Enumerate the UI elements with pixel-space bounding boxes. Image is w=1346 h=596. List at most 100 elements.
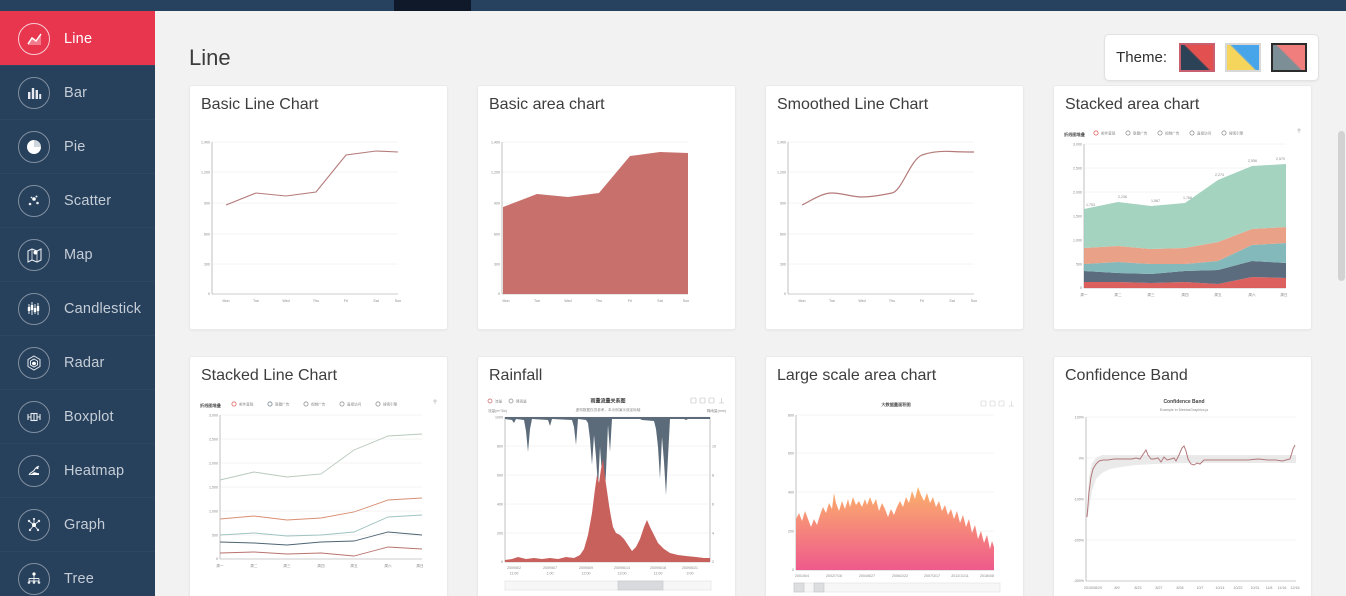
svg-text:3,000: 3,000 [209, 414, 218, 418]
sidebar-item-heatmap[interactable]: Heatmap [0, 443, 155, 497]
card-title: Smoothed Line Chart [777, 96, 929, 113]
svg-text:900: 900 [780, 202, 786, 206]
top-navbar-active-tab[interactable] [394, 0, 471, 11]
svg-text:2,274: 2,274 [1215, 173, 1224, 177]
svg-text:-300%: -300% [1074, 579, 1085, 583]
chart-card-large-scale-area[interactable]: Large scale area chart 大数据量面积图 800 600 4… [765, 356, 1024, 596]
sidebar-item-label: Heatmap [64, 462, 125, 479]
theme-swatch-dark-red[interactable] [1179, 43, 1215, 72]
svg-text:2001/6/4: 2001/6/4 [795, 574, 809, 578]
svg-text:8/9: 8/9 [1115, 586, 1120, 590]
svg-text:10/14: 10/14 [1216, 586, 1225, 590]
svg-text:直接访问: 直接访问 [1197, 131, 1212, 136]
svg-text:0: 0 [784, 292, 786, 296]
chart-card-confidence-band[interactable]: Confidence Band Confidence Band Example … [1053, 356, 1312, 596]
svg-text:800: 800 [497, 445, 503, 449]
svg-text:-200%: -200% [1074, 539, 1085, 543]
svg-text:11/8: 11/8 [1266, 586, 1273, 590]
sidebar-item-boxplot[interactable]: Boxplot [0, 389, 155, 443]
svg-text:11:00: 11:00 [654, 572, 663, 576]
svg-text:周三: 周三 [283, 563, 291, 568]
map-icon [18, 238, 50, 271]
svg-text:2006/2/22: 2006/2/22 [892, 574, 908, 578]
page-scrollbar[interactable] [1337, 11, 1346, 596]
chart-card-stacked-line-chart[interactable]: Stacked Line Chart 折线图堆叠 邮件营销 联盟广告 视频广告 [189, 356, 448, 596]
candlestick-icon [18, 292, 50, 325]
svg-text:降雨量: 降雨量 [516, 399, 527, 404]
page-scrollbar-thumb[interactable] [1338, 131, 1345, 281]
sidebar-item-label: Line [64, 30, 93, 47]
chart-card-stacked-area-chart[interactable]: Stacked area chart 折线图堆叠 邮件营销 联盟广告 视频广告 [1053, 85, 1312, 330]
svg-text:400: 400 [497, 503, 503, 507]
svg-text:-100%: -100% [1074, 498, 1085, 502]
svg-text:视频广告: 视频广告 [311, 402, 326, 407]
sidebar-item-radar[interactable]: Radar [0, 335, 155, 389]
chart-canvas-stacked-area[interactable]: 折线图堆叠 邮件营销 联盟广告 视频广告 直接访问 搜索引擎 3,000 2,5… [1054, 116, 1311, 329]
chart-canvas-basic-area[interactable]: 1,400 1,200 900 600 300 0 Mon Tue Wed Th… [478, 116, 735, 329]
svg-text:10/31: 10/31 [1251, 586, 1260, 590]
sidebar-item-scatter[interactable]: Scatter [0, 173, 155, 227]
sidebar-item-graph[interactable]: Graph [0, 497, 155, 551]
svg-text:Tue: Tue [253, 299, 259, 303]
svg-text:0%: 0% [1079, 457, 1085, 461]
svg-text:2012/11/11: 2012/11/11 [951, 574, 968, 578]
svg-text:2,570: 2,570 [1276, 157, 1285, 161]
svg-text:1,200: 1,200 [201, 171, 210, 175]
svg-text:联盟广告: 联盟广告 [1133, 131, 1148, 136]
svg-text:周五: 周五 [1214, 292, 1222, 297]
tree-icon [18, 562, 50, 595]
chart-canvas-basic-line[interactable]: 1,400 1,200 900 600 300 0 Mon Tue Wed Th… [190, 116, 447, 329]
theme-swatch-red-gray[interactable] [1271, 43, 1307, 72]
svg-text:2,556: 2,556 [1248, 159, 1257, 163]
svg-text:Tue: Tue [829, 299, 835, 303]
graph-icon [18, 508, 50, 541]
svg-text:3,000: 3,000 [1073, 143, 1082, 147]
svg-text:2015/08/20: 2015/08/20 [1084, 586, 1102, 590]
chart-canvas-stacked-line[interactable]: 折线图堆叠 邮件营销 联盟广告 视频广告 直接访问 搜索引擎 3,000 2,5… [190, 387, 447, 596]
svg-text:Sat: Sat [949, 299, 954, 303]
svg-text:周一: 周一 [216, 563, 224, 568]
sidebar-item-tree[interactable]: Tree [0, 551, 155, 596]
theme-swatch-blue-yellow[interactable] [1225, 43, 1261, 72]
sidebar-item-line[interactable]: Line [0, 11, 155, 65]
chart-card-grid: Basic Line Chart 1,400 1,200 900 600 300… [189, 85, 1317, 596]
svg-text:周三: 周三 [1147, 292, 1155, 297]
svg-text:2,000: 2,000 [209, 462, 218, 466]
svg-text:联盟广告: 联盟广告 [275, 402, 290, 407]
svg-text:周四: 周四 [317, 563, 325, 568]
svg-text:1,000: 1,000 [1073, 239, 1082, 243]
svg-text:Fri: Fri [344, 299, 348, 303]
chart-card-basic-area-chart[interactable]: Basic area chart 1,400 1,200 900 600 300… [477, 85, 736, 330]
svg-text:600: 600 [494, 233, 500, 237]
chart-card-smoothed-line-chart[interactable]: Smoothed Line Chart 1,400 1,200 900 600 … [765, 85, 1024, 330]
chart-canvas-rainfall[interactable]: 流量 降雨量 雨量流量关系图 虚构数据仅供参考，本示例演示双坐标轴 流量(m^3… [478, 387, 735, 596]
svg-text:2009/6/9: 2009/6/9 [579, 566, 593, 570]
sidebar-item-candlestick[interactable]: Candlestick [0, 281, 155, 335]
top-navbar [0, 0, 1346, 11]
svg-text:3:00: 3:00 [687, 572, 694, 576]
svg-text:Mon: Mon [503, 299, 510, 303]
card-title: Stacked Line Chart [201, 367, 338, 384]
svg-text:折线图堆叠: 折线图堆叠 [200, 402, 222, 409]
svg-text:Confidence Band: Confidence Band [1163, 399, 1204, 405]
svg-text:0: 0 [208, 292, 210, 296]
chart-card-rainfall[interactable]: Rainfall 流量 降雨量 雨量流量关系图 虚构数据仅供参考，本示例演示双坐… [477, 356, 736, 596]
svg-text:900: 900 [494, 202, 500, 206]
svg-text:12/16: 12/16 [1291, 586, 1300, 590]
chart-canvas-smoothed-line[interactable]: 1,400 1,200 900 600 300 0 Mon Tue Wed Th… [766, 116, 1023, 329]
rainfall-datazoom [504, 580, 712, 591]
svg-text:Wed: Wed [564, 299, 571, 303]
svg-text:8/23: 8/23 [1135, 586, 1142, 590]
chart-card-basic-line-chart[interactable]: Basic Line Chart 1,400 1,200 900 600 300… [189, 85, 448, 330]
sidebar-item-map[interactable]: Map [0, 227, 155, 281]
svg-text:2004/8/27: 2004/8/27 [859, 574, 875, 578]
svg-text:13:00: 13:00 [618, 572, 627, 576]
svg-text:Example in MetricsGraphics.js: Example in MetricsGraphics.js [1160, 408, 1209, 412]
chart-canvas-large-scale-area[interactable]: 大数据量面积图 800 600 400 200 0 2001/6/4 2002/… [766, 387, 1023, 596]
svg-text:Mon: Mon [223, 299, 230, 303]
sidebar-item-pie[interactable]: Pie [0, 119, 155, 173]
svg-text:10/22: 10/22 [1234, 586, 1243, 590]
sidebar-item-bar[interactable]: Bar [0, 65, 155, 119]
svg-text:直接访问: 直接访问 [347, 402, 362, 407]
chart-canvas-confidence-band[interactable]: Confidence Band Example in MetricsGraphi… [1054, 387, 1311, 596]
